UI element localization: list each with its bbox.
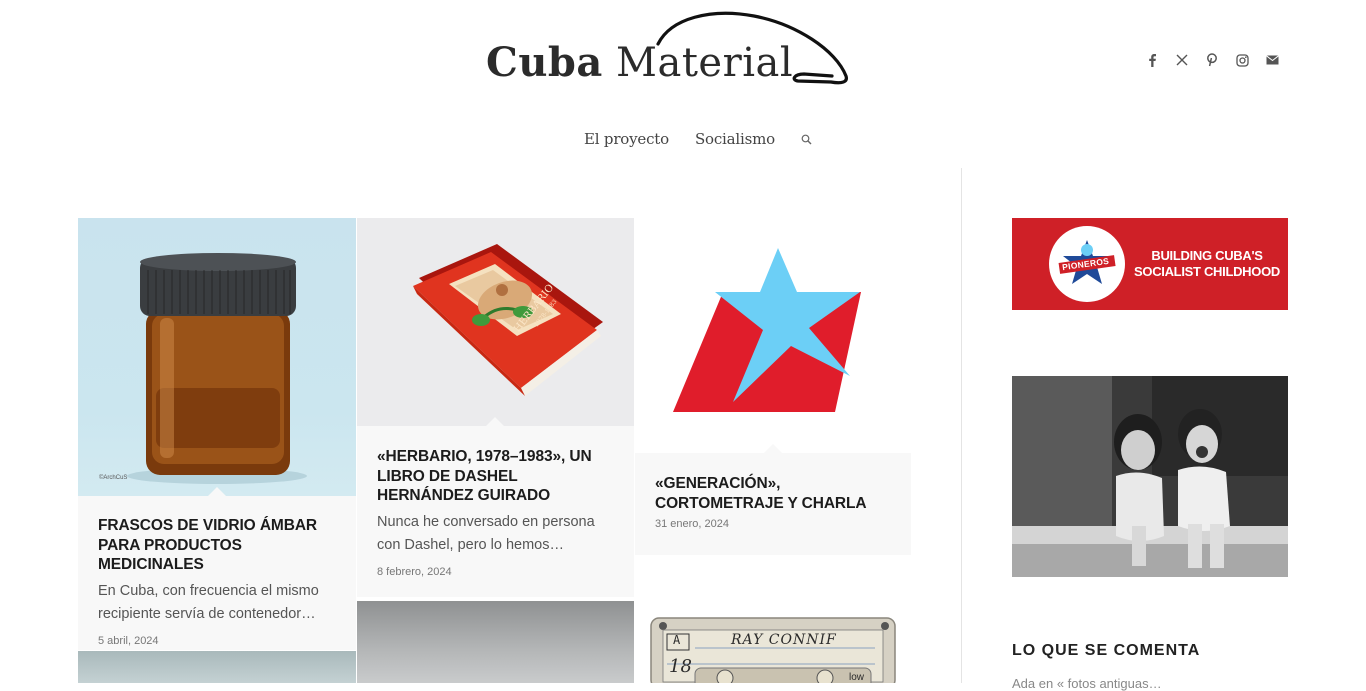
cassette-label: RAY CONNIF: [731, 632, 837, 648]
post-image[interactable]: A RAY CONNIF 18 low: [635, 556, 911, 683]
generacion-star-image: [673, 248, 861, 412]
post-body: Frascos de vidrio ámbar para productos m…: [98, 516, 336, 647]
card-pointer: [486, 417, 504, 426]
vintage-photo-image: [1012, 376, 1288, 577]
post-title[interactable]: «Generación», cortometraje y charla: [655, 474, 891, 513]
post-image[interactable]: [78, 651, 356, 683]
herbario-book-image: [413, 244, 603, 396]
facebook-icon[interactable]: [1142, 50, 1162, 70]
ad-tagline-line2: SOCIALIST CHILDHOOD: [1134, 264, 1280, 279]
pinterest-icon[interactable]: [1202, 50, 1222, 70]
card-pointer: [208, 487, 226, 496]
post-date: 31 enero, 2024: [655, 518, 730, 530]
cassette-number: 18: [669, 656, 692, 677]
card-pointer: [764, 444, 782, 453]
post-card[interactable]: [357, 601, 634, 683]
cassette-side: A: [673, 633, 681, 647]
post-body: «Herbario, 1978–1983», un libro de Dashe…: [377, 447, 614, 578]
social-links: [1142, 50, 1282, 70]
content-sidebar-divider: [961, 168, 962, 683]
post-card[interactable]: «Generación», cortometraje y charla 31 e…: [635, 218, 911, 555]
sidebar-photo-girls[interactable]: [1012, 376, 1288, 577]
post-title[interactable]: Frascos de vidrio ámbar para productos m…: [98, 516, 336, 575]
post-image[interactable]: [357, 601, 634, 683]
post-card[interactable]: HERBARIO 1978-1983 «Herbario, 1978–1983»…: [357, 218, 634, 597]
post-title[interactable]: «Herbario, 1978–1983», un libro de Dashe…: [377, 447, 614, 506]
image-watermark: ©ArchCuS: [99, 475, 128, 481]
post-date: 5 abril, 2024: [98, 634, 159, 647]
x-twitter-icon[interactable]: [1172, 50, 1192, 70]
post-image[interactable]: HERBARIO 1978-1983: [357, 218, 634, 426]
post-excerpt: Nunca he conversado en persona con Dashe…: [377, 513, 595, 553]
post-card[interactable]: [78, 651, 356, 683]
pioneros-logo: PIONEROS: [1049, 226, 1125, 302]
cassette-marking: low: [849, 672, 865, 683]
post-body: «Generación», cortometraje y charla 31 e…: [655, 474, 891, 530]
mail-icon[interactable]: [1262, 50, 1282, 70]
sidebar-comment-preview[interactable]: Ada en « fotos antiguas…: [1012, 676, 1162, 691]
sidebar-heading-comments: LO QUE SE COMENTA: [1012, 642, 1201, 659]
post-card[interactable]: ©ArchCuS Frascos de vidrio ámbar para pr…: [78, 218, 356, 650]
ad-tagline: BUILDING CUBA'S SOCIALIST CHILDHOOD: [1132, 248, 1282, 280]
post-date: 8 febrero, 2024: [377, 565, 452, 578]
sidebar-ad-banner[interactable]: PIONEROS BUILDING CUBA'S SOCIALIST CHILD…: [1012, 218, 1288, 310]
instagram-icon[interactable]: [1232, 50, 1252, 70]
post-excerpt: En Cuba, con frecuencia el mismo recipie…: [98, 582, 319, 622]
ad-tagline-line1: BUILDING CUBA'S: [1151, 248, 1263, 263]
post-image[interactable]: [635, 218, 911, 453]
amber-jar-image: [127, 253, 307, 484]
post-card[interactable]: A RAY CONNIF 18 low: [635, 556, 911, 683]
post-image[interactable]: ©ArchCuS: [78, 218, 356, 496]
posts-grid: ©ArchCuS Frascos de vidrio ámbar para pr…: [0, 0, 961, 683]
